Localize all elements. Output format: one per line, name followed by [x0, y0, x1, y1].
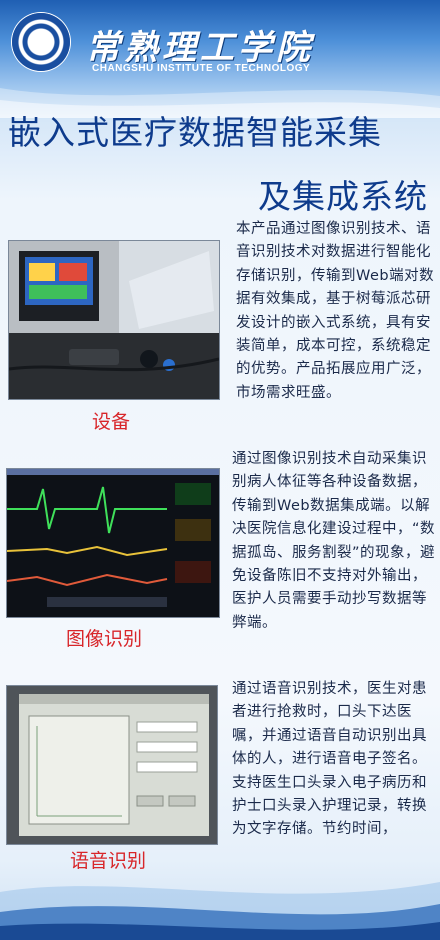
- section-3-paragraph: 通过语音识别技术，医生对患者进行抢救时，口头下达医嘱，并通过语音自动识别出具体的…: [232, 681, 427, 838]
- section-1-paragraph: 本产品通过图像识别技术、语音识别技术对数据进行智能化存储识别，传输到Web端对数…: [236, 221, 435, 401]
- section-3-caption: 语音识别: [70, 850, 147, 872]
- header-banner: 常熟理工学院 CHANGSHU INSTITUTE OF TECHNOLOGY: [0, 0, 440, 82]
- section-2-paragraph: 通过图像识别技术自动采集识别病人体征等各种设备数据，传输到Web数据集成端。以解…: [232, 451, 436, 631]
- school-name-en: CHANGSHU INSTITUTE OF TECHNOLOGY: [92, 63, 311, 74]
- device-photo: [8, 240, 220, 400]
- title-line-1: 嵌入式医疗数据智能采集: [8, 113, 382, 152]
- school-logo-emblem: [12, 13, 70, 71]
- monitor-screen-photo: [6, 468, 220, 618]
- speech-software-photo: [6, 685, 218, 845]
- section-2-caption: 图像识别: [66, 628, 143, 650]
- poster: 常熟理工学院 CHANGSHU INSTITUTE OF TECHNOLOGY …: [0, 0, 440, 940]
- school-name-cn: 常熟理工学院: [86, 28, 314, 68]
- section-1-caption: 设备: [92, 411, 131, 433]
- title-line-2: 及集成系统: [258, 177, 428, 216]
- footer-wave-decoration: [0, 882, 440, 940]
